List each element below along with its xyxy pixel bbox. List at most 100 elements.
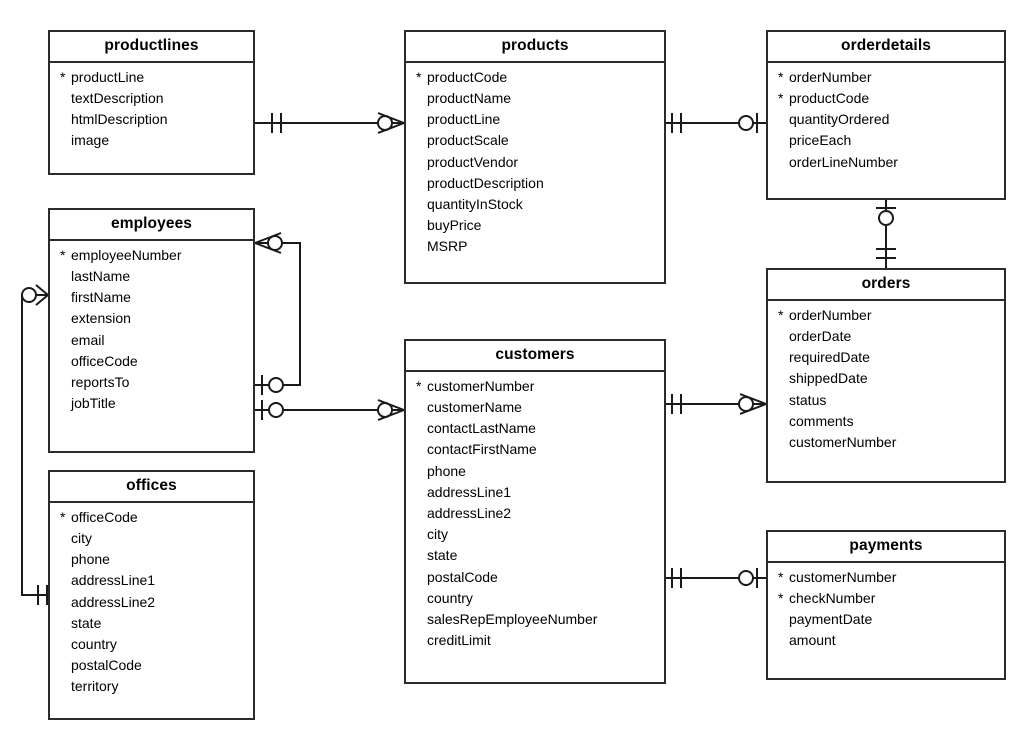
entity-productlines[interactable]: productlines * productLine textDescriptio… xyxy=(48,30,255,175)
entity-employees[interactable]: employees * employeeNumber lastName first… xyxy=(48,208,255,453)
edge-employees-employees xyxy=(254,232,301,395)
attribute-name: orderNumber xyxy=(789,68,872,85)
attribute-row: requiredDate xyxy=(768,347,1004,368)
edge-customers-orders xyxy=(666,393,767,415)
pk-marker: * xyxy=(778,568,784,585)
entity-orders[interactable]: orders * orderNumber orderDate requiredDa… xyxy=(766,268,1006,483)
attribute-row: productDescription xyxy=(406,173,664,194)
attribute-name: buyPrice xyxy=(427,217,482,234)
attribute-row: phone xyxy=(406,461,664,482)
attribute-row: quantityInStock xyxy=(406,194,664,215)
attribute-row: reportsTo xyxy=(50,372,253,393)
attribute-name: postalCode xyxy=(71,657,142,674)
attribute-name: officeCode xyxy=(71,352,138,369)
attribute-name: requiredDate xyxy=(789,349,870,366)
pk-marker: * xyxy=(778,68,784,85)
attribute-row: buyPrice xyxy=(406,215,664,236)
pk-marker: * xyxy=(60,68,66,85)
attribute-name: city xyxy=(427,526,448,543)
attribute-row: state xyxy=(406,545,664,566)
attribute-list-productlines: * productLine textDescription htmlDescrip… xyxy=(50,63,253,152)
attribute-name: phone xyxy=(71,551,110,568)
edge-employees-customers xyxy=(255,399,405,421)
pk-marker: * xyxy=(778,590,784,607)
attribute-row: state xyxy=(50,613,253,634)
attribute-name: shippedDate xyxy=(789,370,868,387)
attribute-name: orderDate xyxy=(789,328,852,345)
pk-marker: * xyxy=(416,68,422,85)
entity-orderdetails[interactable]: orderdetails * orderNumber * productCode q… xyxy=(766,30,1006,200)
attribute-name: productLine xyxy=(427,111,501,128)
entity-payments[interactable]: payments * customerNumber * checkNumber pa… xyxy=(766,530,1006,680)
pk-marker: * xyxy=(778,306,784,323)
attribute-name: lastName xyxy=(71,268,131,285)
attribute-name: email xyxy=(71,331,105,348)
attribute-name: productName xyxy=(427,90,512,107)
attribute-row: comments xyxy=(768,411,1004,432)
entity-title-orders: orders xyxy=(768,270,1004,301)
attribute-row: * orderNumber xyxy=(768,305,1004,326)
attribute-row: MSRP xyxy=(406,236,664,257)
attribute-row: amount xyxy=(768,630,1004,651)
entity-title-offices: offices xyxy=(50,472,253,503)
attribute-name: customerNumber xyxy=(789,434,897,451)
attribute-name: firstName xyxy=(71,289,131,306)
attribute-row: contactLastName xyxy=(406,418,664,439)
attribute-name: extension xyxy=(71,310,131,327)
entity-title-payments: payments xyxy=(768,532,1004,563)
attribute-name: contactLastName xyxy=(427,420,536,437)
attribute-row: country xyxy=(406,588,664,609)
attribute-list-orderdetails: * orderNumber * productCode quantityOrdere… xyxy=(768,63,1004,173)
attribute-row: shippedDate xyxy=(768,368,1004,389)
attribute-name: productVendor xyxy=(427,153,519,170)
attribute-row: * customerNumber xyxy=(406,376,664,397)
attribute-list-employees: * employeeNumber lastName firstName exten… xyxy=(50,241,253,415)
attribute-name: productDescription xyxy=(427,174,544,191)
attribute-name: status xyxy=(789,391,827,408)
attribute-row: priceEach xyxy=(768,130,1004,151)
attribute-name: productCode xyxy=(427,68,508,85)
entity-title-customers: customers xyxy=(406,341,664,372)
attribute-name: creditLimit xyxy=(427,632,491,649)
attribute-name: addressLine2 xyxy=(427,505,512,522)
attribute-name: state xyxy=(71,614,102,631)
entity-title-products: products xyxy=(406,32,664,63)
attribute-name: addressLine1 xyxy=(71,572,156,589)
attribute-name: addressLine1 xyxy=(427,483,512,500)
attribute-name: quantityOrdered xyxy=(789,111,890,128)
attribute-row: phone xyxy=(50,549,253,570)
entity-customers[interactable]: customers * customerNumber customerName c… xyxy=(404,339,666,684)
attribute-name: employeeNumber xyxy=(71,246,182,263)
attribute-row: customerName xyxy=(406,397,664,418)
attribute-list-offices: * officeCode city phone addressLine1 addr… xyxy=(50,503,253,698)
attribute-row: orderLineNumber xyxy=(768,152,1004,173)
edge-productlines-products xyxy=(255,112,405,134)
attribute-row: postalCode xyxy=(50,655,253,676)
edge-customers-payments xyxy=(666,568,766,588)
entity-offices[interactable]: offices * officeCode city phone addressLi… xyxy=(48,470,255,720)
attribute-row: quantityOrdered xyxy=(768,109,1004,130)
attribute-list-products: * productCode productName productLine pro… xyxy=(406,63,664,258)
attribute-row: addressLine2 xyxy=(50,592,253,613)
attribute-name: amount xyxy=(789,632,836,649)
attribute-name: image xyxy=(71,132,110,149)
attribute-name: customerName xyxy=(427,399,522,416)
entity-products[interactable]: products * productCode productName produc… xyxy=(404,30,666,284)
attribute-name: postalCode xyxy=(427,568,498,585)
attribute-name: jobTitle xyxy=(71,395,116,412)
attribute-row: * productCode xyxy=(768,88,1004,109)
attribute-row: addressLine1 xyxy=(50,570,253,591)
attribute-name: productScale xyxy=(427,132,509,149)
attribute-name: phone xyxy=(427,462,466,479)
attribute-name: contactFirstName xyxy=(427,441,537,458)
attribute-row: territory xyxy=(50,676,253,697)
attribute-row: * orderNumber xyxy=(768,67,1004,88)
attribute-name: country xyxy=(427,589,473,606)
attribute-row: city xyxy=(406,524,664,545)
pk-marker: * xyxy=(60,508,66,525)
attribute-name: MSRP xyxy=(427,238,468,255)
attribute-row: country xyxy=(50,634,253,655)
attribute-row: * productCode xyxy=(406,67,664,88)
edge-offices-employees xyxy=(21,284,49,605)
entity-title-orderdetails: orderdetails xyxy=(768,32,1004,63)
